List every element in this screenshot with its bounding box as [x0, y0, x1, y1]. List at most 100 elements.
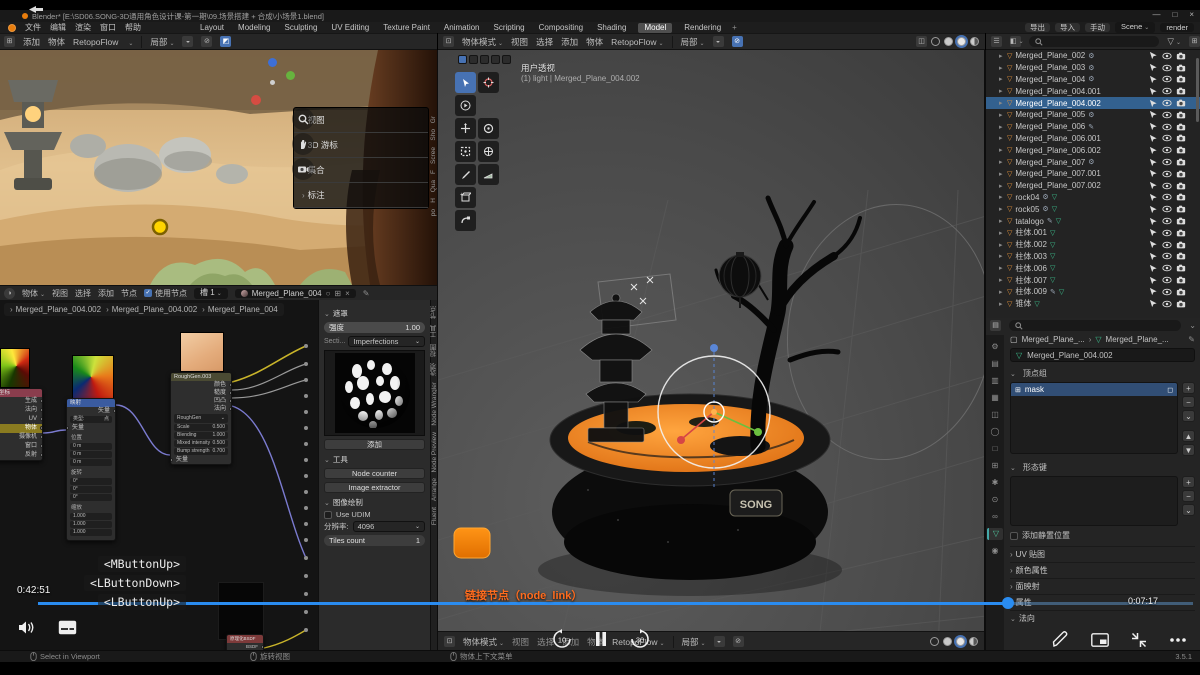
object-name[interactable]: 柱体.001 [1015, 227, 1047, 238]
video-progress-knob[interactable] [1002, 597, 1014, 609]
menu-item[interactable]: 节点 [121, 288, 137, 299]
menu-item[interactable]: 物体 [48, 36, 65, 48]
selectable-icon[interactable] [1149, 252, 1158, 261]
rotate-tool[interactable] [478, 118, 499, 139]
node-input-row[interactable]: 矢量 [171, 456, 231, 464]
hide-eye-icon[interactable] [1162, 75, 1172, 83]
expand-arrow-icon[interactable]: ▸ [999, 229, 1004, 237]
node-output-row[interactable]: 生成 [0, 397, 42, 406]
expand-arrow-icon[interactable]: ▸ [999, 146, 1004, 154]
object-name[interactable]: Merged_Plane_002 [1015, 51, 1085, 60]
node-counter-button[interactable]: Node counter [324, 468, 425, 479]
expand-arrow-icon[interactable]: ▸ [999, 158, 1004, 166]
editor-type-icon[interactable]: ⊞ [4, 36, 15, 47]
workspace-tab[interactable]: Rendering [682, 23, 723, 33]
properties-tab-icon[interactable]: ⚙ [987, 341, 1003, 353]
workspace-tab[interactable]: Scripting [492, 23, 527, 33]
camera-view-icon[interactable] [292, 158, 314, 180]
outliner-row[interactable]: ▸ ▽ Merged_Plane_005 ⚙ ✎ ▽ [986, 109, 1200, 121]
panel-section-header[interactable]: UV 贴图 [1010, 546, 1195, 562]
node-output-row[interactable]: 反射 [0, 451, 42, 460]
hide-eye-icon[interactable] [1162, 170, 1172, 178]
data-name-field[interactable]: Merged_Plane_004.002 [1027, 351, 1112, 360]
mode-dropdown[interactable]: 物体模式 [463, 636, 504, 648]
vertex-groups-panel-header[interactable]: 顶点组 [1010, 368, 1195, 379]
properties-tab-icon[interactable]: ⊙ [987, 494, 1003, 506]
workspace-tab[interactable]: Texture Paint [381, 23, 432, 33]
expand-arrow-icon[interactable]: ▸ [999, 252, 1004, 260]
expand-arrow-icon[interactable]: ▸ [999, 111, 1004, 119]
editor-type-icon[interactable]: ☰ [991, 36, 1002, 47]
tiles-count-field[interactable]: Tiles count1 [324, 535, 425, 546]
annotate-tool[interactable] [455, 164, 476, 185]
hide-eye-icon[interactable] [1162, 193, 1172, 201]
object-name[interactable]: rock04 [1015, 193, 1039, 202]
menu-item[interactable]: 选择 [536, 36, 553, 48]
render-camera-icon[interactable] [1176, 134, 1186, 142]
workspace-tab[interactable]: Layout [198, 23, 226, 33]
slot-dropdown[interactable]: 槽 1 [194, 288, 228, 299]
selectable-icon[interactable] [1149, 75, 1158, 84]
axis-gizmo-z-icon[interactable] [268, 58, 277, 67]
selectable-icon[interactable] [1149, 110, 1158, 119]
hide-eye-icon[interactable] [1162, 158, 1172, 166]
shading-wireframe-icon[interactable] [930, 637, 939, 646]
outliner-row[interactable]: ▸ ▽ Merged_Plane_007.001 ⚙ ✎ ▽ [986, 168, 1200, 180]
hide-eye-icon[interactable] [1162, 146, 1172, 154]
outliner-row[interactable]: ▸ ▽ Merged_Plane_002 ⚙ ✎ ▽ [986, 50, 1200, 62]
selectable-icon[interactable] [1149, 287, 1158, 296]
render-camera-icon[interactable] [1176, 217, 1186, 225]
vertex-group-row[interactable]: ⊞ mask ◻ [1011, 383, 1177, 396]
render-camera-icon[interactable] [1176, 158, 1186, 166]
expand-arrow-icon[interactable]: ▸ [999, 217, 1004, 225]
import-button[interactable]: 导入 [1055, 23, 1080, 32]
menu-item[interactable]: 添加 [23, 36, 40, 48]
render-camera-icon[interactable] [1176, 300, 1186, 308]
workspace-tab[interactable]: Compositing [537, 23, 585, 33]
selectable-icon[interactable] [1149, 63, 1158, 72]
properties-tab-icon[interactable]: ◫ [987, 409, 1003, 421]
object-name[interactable]: 柱体.006 [1015, 263, 1047, 274]
selectable-icon[interactable] [1149, 99, 1158, 108]
hide-eye-icon[interactable] [1162, 64, 1172, 72]
shape-keys-panel-header[interactable]: 形态键 [1010, 462, 1195, 473]
menu-item[interactable]: 选择 [75, 288, 91, 299]
snap-magnet-icon[interactable]: ◒ [182, 36, 193, 47]
retopoflow-extra-dropdown[interactable] [126, 37, 133, 47]
hide-eye-icon[interactable] [1162, 264, 1172, 272]
shading-material-icon[interactable] [957, 37, 966, 46]
shader-type-dropdown[interactable]: 物体 [22, 288, 45, 299]
value-field[interactable]: 0° [70, 486, 112, 493]
hide-eye-icon[interactable] [1162, 99, 1172, 107]
render-camera-icon[interactable] [1176, 99, 1186, 107]
add-workspace-button[interactable]: + [732, 23, 737, 32]
selectable-icon[interactable] [1149, 228, 1158, 237]
expand-arrow-icon[interactable]: ▸ [999, 87, 1004, 95]
shading-rendered-icon[interactable] [969, 637, 978, 646]
render-preview-viewport[interactable]: 视图3D 游标集合标注 [0, 50, 437, 285]
paint-panel-header[interactable]: 图像绘制 [324, 497, 425, 508]
bsdf-node[interactable]: 原理化BSDF BSDF Base Color [226, 634, 264, 650]
orientation-dropdown[interactable]: 局部 [150, 36, 174, 48]
properties-tab-icon[interactable]: ▤ [987, 358, 1003, 370]
expand-arrow-icon[interactable]: ▸ [999, 276, 1004, 284]
maximize-button[interactable]: □ [1172, 10, 1177, 19]
object-name[interactable]: Merged_Plane_005 [1015, 110, 1085, 119]
hide-eye-icon[interactable] [1162, 288, 1172, 296]
render-camera-icon[interactable] [1176, 111, 1186, 119]
selectable-icon[interactable] [1149, 193, 1158, 202]
render-camera-icon[interactable] [1176, 87, 1186, 95]
breadcrumb-object[interactable]: Merged_Plane_... [1022, 335, 1085, 344]
panel-section-header[interactable]: 面映射 [1010, 578, 1195, 594]
outliner-row[interactable]: ▸ ▽ Merged_Plane_003 ⚙ ✎ ▽ [986, 62, 1200, 74]
shading-solid-icon[interactable] [944, 37, 953, 46]
node-output-row[interactable]: 凹凸 [171, 397, 231, 405]
outliner-row[interactable]: ▸ ▽ Merged_Plane_004 ⚙ ✎ ▽ [986, 74, 1200, 86]
add-key-button[interactable]: + [1182, 476, 1195, 488]
hide-eye-icon[interactable] [1162, 217, 1172, 225]
properties-tab-icon[interactable]: ✱ [987, 477, 1003, 489]
menu-item[interactable]: 视图 [511, 36, 528, 48]
extrude-tool[interactable] [455, 210, 476, 231]
filter-icon[interactable]: ▽ [1167, 36, 1181, 47]
hide-eye-icon[interactable] [1162, 182, 1172, 190]
